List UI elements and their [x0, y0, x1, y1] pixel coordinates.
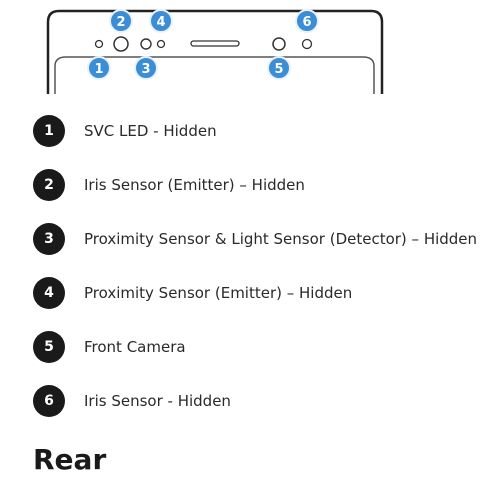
legend-number-badge: 1: [33, 115, 65, 147]
callout-1: 1: [87, 56, 111, 80]
phone-outer-frame: [46, 9, 384, 94]
callout-3: 3: [134, 56, 158, 80]
callout-4-number: 4: [156, 15, 165, 30]
legend-number-badge: 5: [33, 331, 65, 363]
legend-label: Proximity Sensor (Emitter) – Hidden: [84, 284, 353, 302]
front-camera: [272, 37, 286, 51]
callout-6-number: 6: [302, 15, 311, 30]
callout-2: 2: [109, 9, 133, 33]
legend-item: 4 Proximity Sensor (Emitter) – Hidden: [33, 277, 483, 331]
callout-5-number: 5: [274, 62, 283, 77]
iris-sensor-emitter: [113, 36, 129, 52]
proximity-sensor-emitter: [156, 39, 166, 49]
callout-4: 4: [149, 9, 173, 33]
legend-item: 6 Iris Sensor - Hidden: [33, 385, 483, 439]
legend-label: Iris Sensor - Hidden: [84, 392, 231, 410]
callout-5: 5: [267, 56, 291, 80]
legend-number-badge: 4: [33, 277, 65, 309]
legend-item: 1 SVC LED - Hidden: [33, 115, 483, 169]
callout-1-number: 1: [94, 62, 103, 77]
speaker-grille: [190, 40, 240, 47]
legend-number-badge: 6: [33, 385, 65, 417]
legend-number-badge: 2: [33, 169, 65, 201]
proximity-light-sensor: [140, 38, 152, 50]
legend-number-badge: 3: [33, 223, 65, 255]
legend-item: 2 Iris Sensor (Emitter) – Hidden: [33, 169, 483, 223]
svc-led: [94, 39, 104, 49]
legend-label: Iris Sensor (Emitter) – Hidden: [84, 176, 305, 194]
iris-sensor: [301, 38, 313, 50]
callout-2-number: 2: [116, 15, 125, 30]
section-heading: Rear: [33, 443, 107, 476]
legend-item: 3 Proximity Sensor & Light Sensor (Detec…: [33, 223, 483, 277]
callout-3-number: 3: [141, 62, 150, 77]
phone-top-diagram: 1 2 3 4 5 6: [46, 9, 384, 94]
sensor-legend: 1 SVC LED - Hidden 2 Iris Sensor (Emitte…: [33, 115, 483, 439]
legend-label: Front Camera: [84, 338, 186, 356]
legend-label: Proximity Sensor & Light Sensor (Detecto…: [84, 230, 478, 248]
callout-6: 6: [295, 9, 319, 33]
legend-item: 5 Front Camera: [33, 331, 483, 385]
legend-label: SVC LED - Hidden: [84, 122, 217, 140]
